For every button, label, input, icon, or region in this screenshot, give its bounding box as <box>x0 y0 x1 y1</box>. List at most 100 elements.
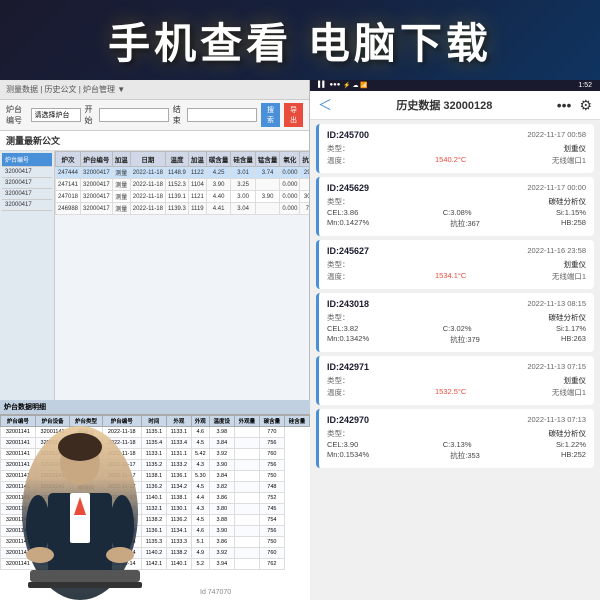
left-column: 测量数据 | 历史公文 | 炉台管理 ▼ 炉台编号 开始 2022-06-22 … <box>0 80 310 600</box>
cell-c3 <box>255 179 280 191</box>
spreadsheet-cell: 756 <box>259 438 284 449</box>
spreadsheet-col-header: 外观 <box>191 416 209 427</box>
spreadsheet-cell: 4.4 <box>191 493 209 504</box>
export-button[interactable]: 导出 <box>284 103 303 127</box>
start-date-input[interactable]: 2022-06-22 11:08:2 <box>99 108 169 122</box>
mobile-record-card[interactable]: ID:242971 2022-11-13 07:15 类型： 划重仪 温度： 1… <box>316 356 594 405</box>
table-row[interactable]: 247141 32000417 测量 2022-11-18 1152.3 110… <box>56 179 310 191</box>
spreadsheet-row[interactable]: 3200114132001141碳硅仪2022-11-141142.11140.… <box>1 559 310 570</box>
search-button[interactable]: 搜索 <box>261 103 280 127</box>
cell-c3 <box>255 203 280 215</box>
spreadsheet-row[interactable]: 3200114132001141碳硅仪2022-11-181135.11133.… <box>1 427 310 438</box>
spreadsheet-cell: 1140.2 <box>141 548 166 559</box>
spreadsheet-row[interactable]: 3200114132001141碳硅仪2022-11-181135.41133.… <box>1 438 310 449</box>
type-value: 碳硅分析仪 <box>549 196 587 207</box>
spreadsheet-row[interactable]: 3200114132001141碳硅仪2022-11-161136.11134.… <box>1 526 310 537</box>
furnace-select-input[interactable] <box>31 108 81 122</box>
table-row[interactable]: 247018 32000417 测量 2022-11-18 1139.1 112… <box>56 191 310 203</box>
spreadsheet-row[interactable]: 3200114132001141碳硅仪2022-11-171140.11138.… <box>1 493 310 504</box>
back-button[interactable]: ＜ <box>318 95 332 115</box>
spreadsheet-row[interactable]: 3200114132001141碳硅仪2022-11-171135.21133.… <box>1 460 310 471</box>
banner-title: 手机查看 电脑下载 <box>108 10 492 71</box>
nav-item-1[interactable]: 32000417 <box>2 167 52 178</box>
spreadsheet-cell: 32001141 <box>1 438 36 449</box>
cel-label: CEL:3.90 <box>327 440 358 449</box>
cell-t1: 1139.3 <box>165 203 188 215</box>
cell-furnace: 32000417 <box>81 191 113 203</box>
port-label: 无线端口1 <box>552 271 586 282</box>
spreadsheet-cell: 748 <box>259 482 284 493</box>
spreadsheet-col-header: 硅含量 <box>284 416 309 427</box>
spreadsheet-cell: 4.5 <box>191 438 209 449</box>
status-icons-row: ⚡ ☁ 📶 <box>343 82 367 89</box>
spreadsheet-col-header: 炉台设备 <box>35 416 70 427</box>
spreadsheet-row[interactable]: 3200114132001141碳硅仪2022-11-161138.21136.… <box>1 515 310 526</box>
temp-value: 1532.5°C <box>435 387 466 398</box>
cell-c4: 0.000 <box>280 191 300 203</box>
end-date-input[interactable]: 2022-11-19 14:30:3 <box>187 108 257 122</box>
more-icon[interactable]: ••• <box>557 97 572 114</box>
record-header: ID:245700 2022-11-17 00:58 <box>327 130 586 140</box>
cell-c3: 3.90 <box>255 191 280 203</box>
record-date: 2022-11-13 07:13 <box>527 415 586 425</box>
cell-furnace: 32000417 <box>81 167 113 179</box>
spreadsheet-cell: 32001141 <box>1 427 36 438</box>
spreadsheet-cell: 1142.1 <box>141 559 166 570</box>
spreadsheet-row[interactable]: 3200114132001141碳硅仪2022-11-181133.11131.… <box>1 449 310 460</box>
mobile-record-card[interactable]: ID:245629 2022-11-17 00:00 类型： 碳硅分析仪 CEL… <box>316 177 594 236</box>
spreadsheet-cell: 2022-11-18 <box>102 449 141 460</box>
record-type-row: 类型： 划重仪 <box>327 375 586 386</box>
mobile-record-card[interactable]: ID:242970 2022-11-13 07:13 类型： 碳硅分析仪 CEL… <box>316 409 594 468</box>
spreadsheet-cell: 2022-11-18 <box>102 438 141 449</box>
mobile-record-card[interactable]: ID:245700 2022-11-17 00:58 类型： 划重仪 温度： 1… <box>316 124 594 173</box>
cell-c2: 3.01 <box>231 167 256 179</box>
spreadsheet-cell: 1131.1 <box>166 449 191 460</box>
nav-item-3[interactable]: 32000417 <box>2 189 52 200</box>
col-furnace: 炉台编号 <box>81 152 113 167</box>
spreadsheet-cell: 1138.1 <box>141 471 166 482</box>
cel-label: CEL:3.82 <box>327 324 358 333</box>
cell-v1: 75 <box>300 203 309 215</box>
spreadsheet-row[interactable]: 3200114132001141碳硅仪2022-11-171132.11130.… <box>1 504 310 515</box>
type-label: 类型： <box>327 312 350 323</box>
mobile-record-card[interactable]: ID:243018 2022-11-13 08:15 类型： 碳硅分析仪 CEL… <box>316 293 594 352</box>
settings-icon[interactable]: ⚙ <box>579 97 592 114</box>
spreadsheet-cell: 4.6 <box>191 526 209 537</box>
cell-type: 测量 <box>112 167 130 179</box>
record-date: 2022-11-16 23:58 <box>527 246 586 256</box>
mobile-record-card[interactable]: ID:245627 2022-11-16 23:58 类型： 划重仪 温度： 1… <box>316 240 594 289</box>
cell-c4: 0.000 <box>280 203 300 215</box>
nav-item-2[interactable]: 32000417 <box>2 178 52 189</box>
status-time: 1:52 <box>578 82 592 89</box>
spreadsheet-cell <box>234 438 259 449</box>
spreadsheet-cell: 750 <box>259 471 284 482</box>
spreadsheet-row[interactable]: 3200114132001141碳硅仪2022-11-141140.21138.… <box>1 548 310 559</box>
spreadsheet-cell: 32001141 <box>35 493 70 504</box>
cell-c3: 3.74 <box>255 167 280 179</box>
cell-c1: 4.25 <box>206 167 231 179</box>
spreadsheet-cell: 3.84 <box>209 471 234 482</box>
cell-date: 2022-11-18 <box>130 167 165 179</box>
cell-id: 246988 <box>56 203 81 215</box>
spreadsheet-cell: 3.86 <box>209 537 234 548</box>
spreadsheet-row[interactable]: 3200114132001141碳硅仪2022-11-171136.21134.… <box>1 482 310 493</box>
nav-item-4[interactable]: 32000417 <box>2 200 52 211</box>
spreadsheet-row[interactable]: 3200114132001141碳硅仪2022-11-171138.11136.… <box>1 471 310 482</box>
spreadsheet-cell: 1133.1 <box>141 449 166 460</box>
nav-item-0[interactable]: 炉台编号 <box>2 153 52 167</box>
signal-icon: ●●● <box>330 82 341 89</box>
table-row[interactable]: 246988 32000417 测量 2022-11-18 1139.3 111… <box>56 203 310 215</box>
col-id: 炉次 <box>56 152 81 167</box>
spreadsheet-cell <box>234 559 259 570</box>
spreadsheet-row[interactable]: 3200114132001141碳硅仪2022-11-141135.31133.… <box>1 537 310 548</box>
spreadsheet-cell: 32001141 <box>35 460 70 471</box>
cell-v1 <box>300 179 309 191</box>
spreadsheet-cell: 2022-11-14 <box>102 559 141 570</box>
col-c2: 硅含量 <box>231 152 256 167</box>
spreadsheet-cell: 4.5 <box>191 482 209 493</box>
spreadsheet-cell: 2022-11-17 <box>102 460 141 471</box>
temp-value: 1540.2°C <box>435 155 466 166</box>
status-left: ▌▌ ●●● ⚡ ☁ 📶 <box>318 82 368 89</box>
table-row[interactable]: 247444 32000417 测量 2022-11-18 1148.9 112… <box>56 167 310 179</box>
cell-furnace: 32000417 <box>81 179 113 191</box>
